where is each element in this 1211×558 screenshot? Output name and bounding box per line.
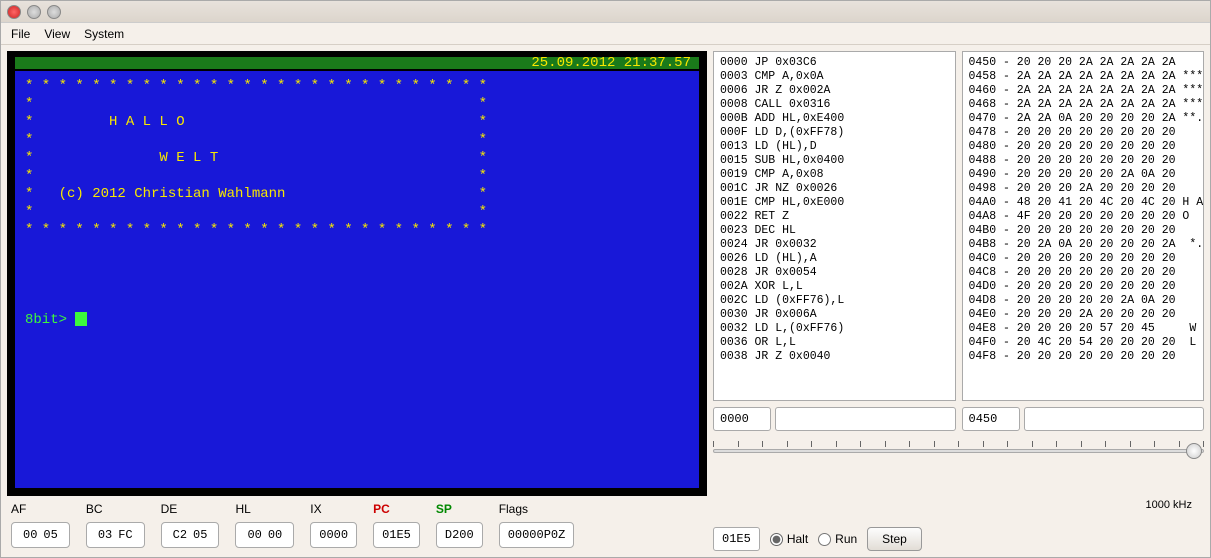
left-panel: 25.09.2012 21:37.57 * * * * * * * * * * … (7, 51, 707, 551)
content-area: 25.09.2012 21:37.57 * * * * * * * * * * … (1, 45, 1210, 557)
reg-hl-label: HL (235, 502, 294, 516)
reg-pc-label: PC (373, 502, 420, 516)
step-button[interactable]: Step (867, 527, 922, 551)
menu-system[interactable]: System (84, 27, 124, 41)
registers-panel: AF 0005 BC 03FC DE C205 HL 0000 IX 000 (7, 502, 707, 548)
run-radio[interactable]: Run (818, 532, 857, 546)
reg-af-value[interactable]: 0005 (11, 522, 70, 548)
screen-timestamp: 25.09.2012 21:37.57 (531, 55, 691, 71)
minimize-icon[interactable] (27, 5, 41, 19)
menu-file[interactable]: File (11, 27, 30, 41)
app-window: File View System 25.09.2012 21:37.57 * *… (0, 0, 1211, 558)
reg-bc-value[interactable]: 03FC (86, 522, 145, 548)
memory-dump-listing[interactable]: 0450 - 20 20 20 2A 2A 2A 2A 2A ***** 045… (962, 51, 1205, 401)
slider-thumb-icon[interactable] (1186, 443, 1202, 459)
reg-pc-value[interactable]: 01E5 (373, 522, 420, 548)
close-icon[interactable] (7, 5, 21, 19)
right-panel: 0000 JP 0x03C6 0003 CMP A,0x0A 0006 JR Z… (713, 51, 1204, 551)
reg-hl-value[interactable]: 0000 (235, 522, 294, 548)
reg-sp-value[interactable]: D200 (436, 522, 483, 548)
pc-display[interactable]: 01E5 (713, 527, 760, 551)
disassembly-listing[interactable]: 0000 JP 0x03C6 0003 CMP A,0x0A 0006 JR Z… (713, 51, 956, 401)
reg-ix-value[interactable]: 0000 (310, 522, 357, 548)
menubar: File View System (1, 23, 1210, 45)
speed-slider[interactable] (713, 441, 1204, 461)
reg-de-value[interactable]: C205 (161, 522, 220, 548)
reg-flags-value[interactable]: 00000P0Z (499, 522, 575, 548)
reg-bc-label: BC (86, 502, 145, 516)
titlebar (1, 1, 1210, 23)
screen-text: * * * * * * * * * * * * * * * * * * * * … (15, 71, 699, 335)
disasm-cmd-input[interactable] (775, 407, 956, 431)
cursor-icon (75, 312, 87, 326)
frequency-label: 1000 kHz (1146, 499, 1192, 511)
reg-flags-label: Flags (499, 502, 575, 516)
menu-view[interactable]: View (44, 27, 70, 41)
maximize-icon[interactable] (47, 5, 61, 19)
reg-af-label: AF (11, 502, 70, 516)
prompt: 8bit> (25, 312, 87, 328)
memdump-cmd-input[interactable] (1024, 407, 1205, 431)
emulator-screen: 25.09.2012 21:37.57 * * * * * * * * * * … (7, 51, 707, 496)
reg-sp-label: SP (436, 502, 483, 516)
halt-radio[interactable]: Halt (770, 532, 808, 546)
reg-ix-label: IX (310, 502, 357, 516)
reg-de-label: DE (161, 502, 220, 516)
memdump-addr-input[interactable] (962, 407, 1020, 431)
disasm-addr-input[interactable] (713, 407, 771, 431)
